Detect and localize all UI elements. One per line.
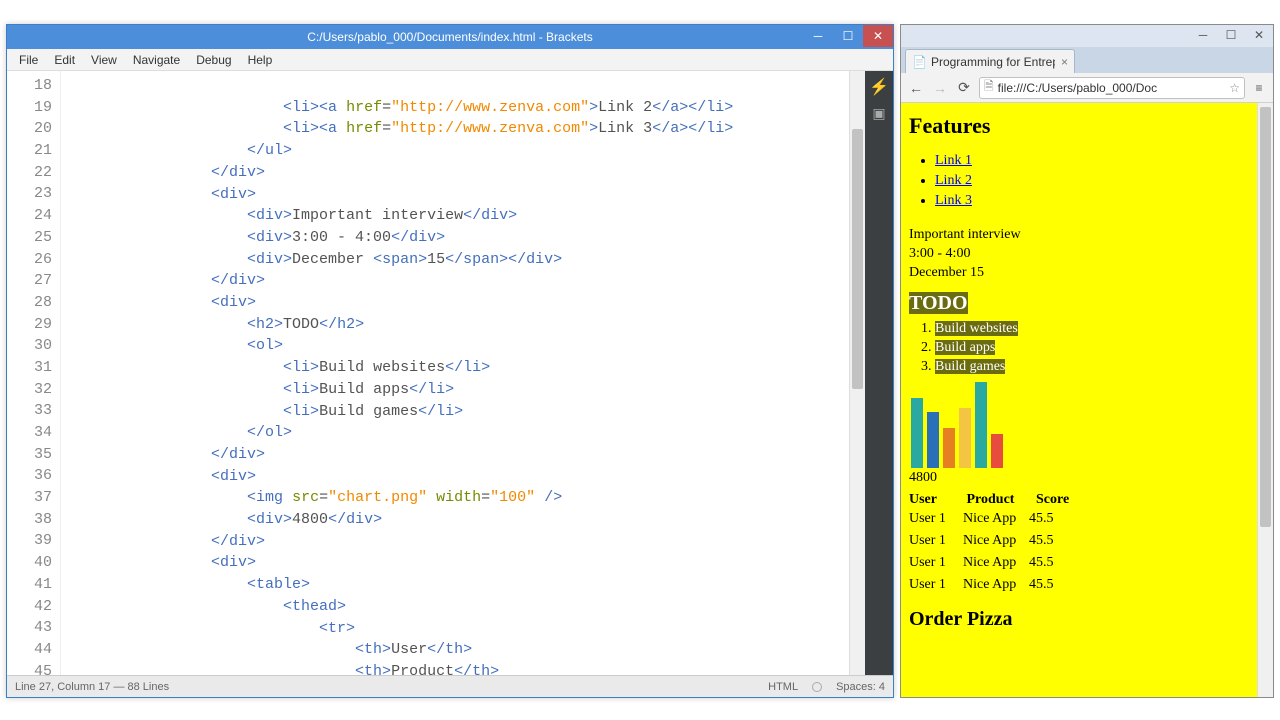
menu-view[interactable]: View [83,51,125,69]
features-heading: Features [909,113,1249,139]
brackets-title: C:/Users/pablo_000/Documents/index.html … [7,30,893,44]
chrome-maximize-button[interactable]: ☐ [1217,25,1245,45]
bookmark-icon[interactable]: ☆ [1229,81,1240,95]
menubar: File Edit View Navigate Debug Help [7,49,893,71]
order-heading: Order Pizza [909,608,1249,631]
todo-block: TODO Build websites Build apps Build gam… [909,288,1249,376]
info-title: Important interview [909,225,1249,244]
address-bar[interactable]: 🗎 file:///C:/Users/pablo_000/Doc ☆ [979,77,1245,99]
link-2[interactable]: Link 2 [935,173,972,188]
tab-close-icon[interactable]: × [1055,55,1068,69]
page-icon: 🗎 [984,77,994,98]
table-row: User 1Nice App45.5 [909,574,1249,596]
chart-image [909,382,1249,468]
chrome-minimize-button[interactable]: ─ [1189,25,1217,45]
status-indicator-icon [812,682,822,692]
chrome-toolbar: ← → ⟳ 🗎 file:///C:/Users/pablo_000/Doc ☆… [901,73,1273,103]
list-item: Build websites [935,319,1249,338]
info-time: 3:00 - 4:00 [909,244,1249,263]
table-row: User 1Nice App45.5 [909,552,1249,574]
link-3[interactable]: Link 3 [935,193,972,208]
menu-debug[interactable]: Debug [188,51,239,69]
maximize-button[interactable]: ☐ [833,25,863,47]
brackets-window: C:/Users/pablo_000/Documents/index.html … [6,24,894,698]
brackets-titlebar[interactable]: C:/Users/pablo_000/Documents/index.html … [7,25,893,49]
list-item: Build games [935,357,1249,376]
list-item: Link 2 [935,171,1249,191]
scrollbar-thumb[interactable] [852,129,863,389]
status-spaces[interactable]: Spaces: 4 [836,681,885,693]
info-date: December 15 [909,263,1249,282]
list-item: Link 3 [935,191,1249,211]
browser-tab[interactable]: 📄 Programming for Entrep × [905,49,1075,73]
chart-bar [911,398,923,468]
chart-bar [991,434,1003,468]
table-header: User Product Score [909,492,1249,508]
statusbar: Line 27, Column 17 — 88 Lines HTML Space… [7,675,893,697]
live-preview-icon[interactable]: ⚡ [865,71,893,97]
forward-button[interactable]: → [931,80,949,96]
menu-edit[interactable]: Edit [46,51,83,69]
code-area[interactable]: <li><a href="http://www.zenva.com">Link … [61,71,893,675]
chart-bar [959,408,971,468]
page-viewport[interactable]: Features Link 1 Link 2 Link 3 Important … [901,103,1257,697]
list-item: Link 1 [935,151,1249,171]
menu-navigate[interactable]: Navigate [125,51,188,69]
rendered-page: Features Link 1 Link 2 Link 3 Important … [901,103,1257,697]
chrome-menu-icon[interactable]: ≡ [1251,81,1267,95]
chrome-frame-top[interactable]: ─ ☐ ✕ [901,25,1273,47]
todo-list: Build websites Build apps Build games [935,319,1249,376]
list-item: Build apps [935,338,1249,357]
line-gutter: 1819202122232425262728293031323334353637… [7,71,61,675]
tab-favicon-icon: 📄 [912,55,927,69]
chrome-tabbar: 📄 Programming for Entrep × [901,47,1273,73]
todo-heading: TODO [909,292,968,314]
editor-scrollbar[interactable] [849,71,865,675]
extensions-icon[interactable]: ▣ [865,97,893,122]
chrome-close-button[interactable]: ✕ [1245,25,1273,45]
table-row: User 1Nice App45.5 [909,530,1249,552]
tab-title: Programming for Entrep [931,55,1055,69]
status-cursor: Line 27, Column 17 — 88 Lines [15,681,169,693]
back-button[interactable]: ← [907,80,925,96]
menu-help[interactable]: Help [240,51,281,69]
editor-body[interactable]: 1819202122232425262728293031323334353637… [7,71,893,675]
link-1[interactable]: Link 1 [935,153,972,168]
close-button[interactable]: ✕ [863,25,893,47]
minimize-button[interactable]: ─ [803,25,833,47]
page-scrollbar[interactable] [1257,103,1273,697]
table: User Product Score User 1Nice App45.5Use… [909,492,1249,596]
info-block: Important interview 3:00 - 4:00 December… [909,225,1249,282]
links-list: Link 1 Link 2 Link 3 [935,151,1249,211]
chart-bar [927,412,939,468]
chart-bar [975,382,987,468]
menu-file[interactable]: File [11,51,46,69]
table-row: User 1Nice App45.5 [909,508,1249,530]
chart-value: 4800 [909,470,1249,486]
chrome-window: ─ ☐ ✕ 📄 Programming for Entrep × ← → ⟳ 🗎… [900,24,1274,698]
chart-bar [943,428,955,468]
brackets-sidebar: ⚡ ▣ [865,71,893,675]
window-buttons: ─ ☐ ✕ [803,25,893,49]
url-text: file:///C:/Users/pablo_000/Doc [998,81,1157,95]
reload-button[interactable]: ⟳ [955,79,973,96]
status-lang[interactable]: HTML [768,681,798,693]
scrollbar-thumb[interactable] [1260,107,1271,527]
